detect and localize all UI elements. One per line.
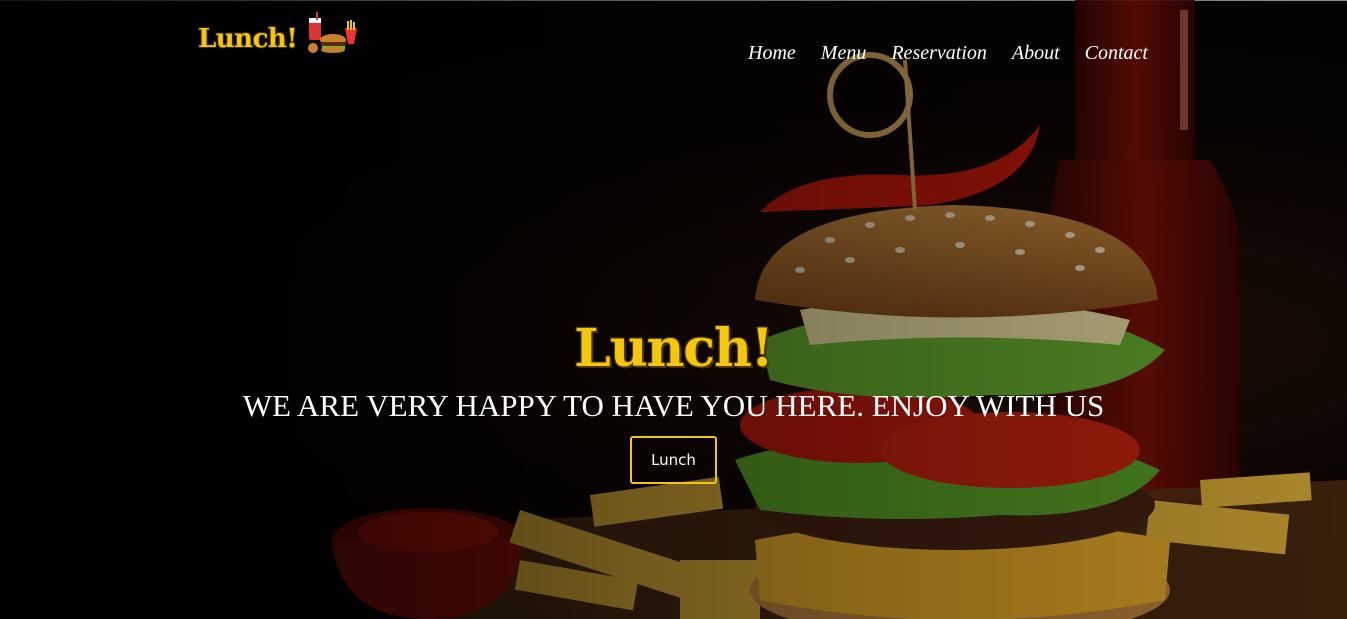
top-navbar: Lunch! Home Menu Reservation About Conta… — [0, 0, 1347, 110]
hero-section: Lunch! Home Menu Reservation About Conta… — [0, 0, 1347, 619]
brand-name: Lunch! — [198, 24, 298, 54]
nav-reservation[interactable]: Reservation — [891, 42, 987, 65]
nav-about[interactable]: About — [1012, 42, 1060, 65]
fast-food-icon — [308, 12, 358, 53]
hero-subtitle: WE ARE VERY HAPPY TO HAVE YOU HERE. ENJO… — [242, 388, 1105, 423]
nav-contact[interactable]: Contact — [1085, 42, 1148, 65]
nav-home[interactable]: Home — [748, 42, 796, 65]
lunch-button[interactable]: Lunch — [630, 436, 717, 484]
main-menu: Home Menu Reservation About Contact — [723, 42, 1148, 65]
brand-logo[interactable]: Lunch! — [198, 12, 361, 56]
hero-title: Lunch! — [574, 318, 773, 379]
nav-menu[interactable]: Menu — [821, 42, 867, 65]
